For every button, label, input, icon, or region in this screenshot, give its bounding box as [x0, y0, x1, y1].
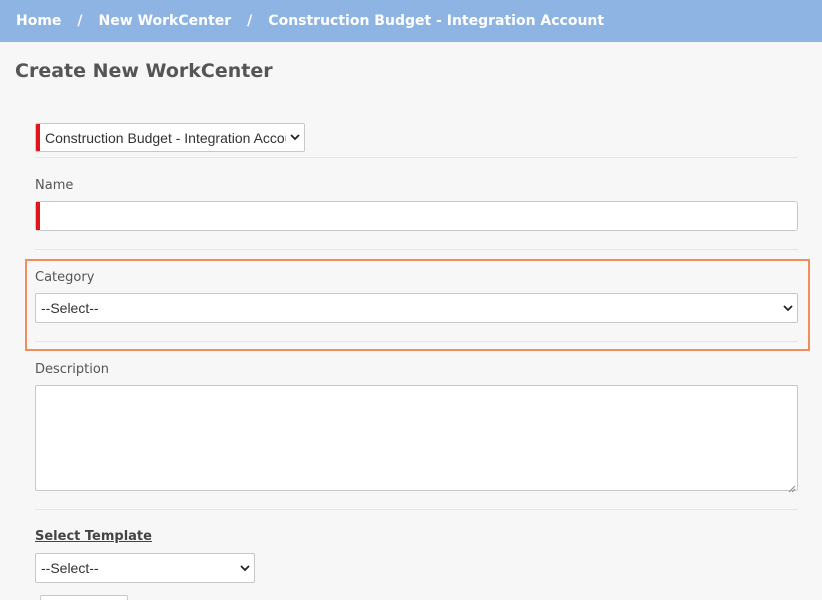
- template-select[interactable]: --Select--: [35, 553, 255, 583]
- chevron-down-icon: [236, 554, 254, 582]
- category-select[interactable]: --Select--: [35, 293, 798, 323]
- divider: [35, 509, 798, 510]
- name-field[interactable]: [35, 201, 798, 231]
- name-label: Name: [35, 178, 74, 193]
- template-select-value: --Select--: [41, 560, 99, 576]
- category-label: Category: [35, 270, 95, 285]
- description-textarea[interactable]: [35, 385, 798, 493]
- divider: [35, 249, 798, 250]
- account-select-value: Construction Budget - Integration Accoun…: [45, 129, 286, 146]
- category-select-value: --Select--: [41, 300, 99, 316]
- required-indicator: [36, 202, 40, 230]
- account-select[interactable]: Construction Budget - Integration Accoun…: [35, 123, 305, 152]
- chevron-down-icon: [286, 124, 304, 151]
- partial-button[interactable]: [40, 595, 128, 600]
- divider: [35, 157, 798, 158]
- divider: [35, 341, 798, 342]
- breadcrumb: Home / New WorkCenter / Construction Bud…: [0, 0, 822, 42]
- resize-grip-icon[interactable]: [787, 480, 796, 493]
- select-template-link[interactable]: Select Template: [35, 529, 152, 544]
- breadcrumb-separator: /: [247, 13, 253, 29]
- description-label: Description: [35, 362, 110, 377]
- required-indicator: [36, 124, 40, 151]
- breadcrumb-current-account: Construction Budget - Integration Accoun…: [268, 13, 605, 29]
- page-title: Create New WorkCenter: [15, 60, 273, 82]
- breadcrumb-separator: /: [77, 13, 83, 29]
- breadcrumb-home-link[interactable]: Home: [16, 13, 61, 29]
- breadcrumb-new-workcenter-link[interactable]: New WorkCenter: [99, 13, 232, 29]
- chevron-down-icon: [779, 294, 797, 322]
